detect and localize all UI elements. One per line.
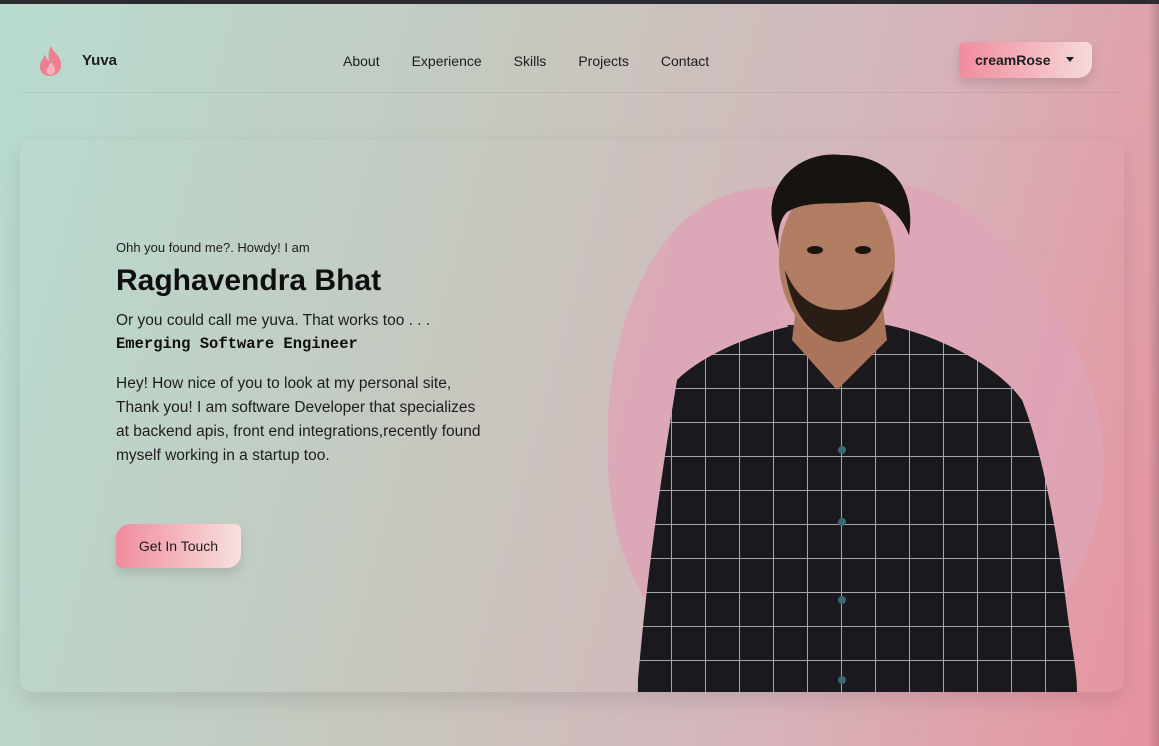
profile-photo	[637, 154, 1077, 692]
alias-text: Or you could call me yuva. That works to…	[116, 312, 431, 329]
nav-contact[interactable]: Contact	[661, 53, 709, 69]
flame-icon[interactable]	[36, 44, 66, 78]
nav-about[interactable]: About	[343, 53, 380, 69]
nav-skills[interactable]: Skills	[514, 53, 547, 69]
hero-card: Ohh you found me?. Howdy! I am Raghavend…	[20, 140, 1124, 692]
get-in-touch-button[interactable]: Get In Touch	[116, 524, 241, 568]
main-nav: About Experience Skills Projects Contact	[343, 53, 741, 69]
theme-select[interactable]: creamRose	[959, 42, 1092, 78]
bio-text: Hey! How nice of you to look at my perso…	[116, 375, 481, 464]
nav-projects[interactable]: Projects	[578, 53, 629, 69]
intro-text: Ohh you found me?. Howdy! I am	[116, 240, 310, 255]
theme-select-value: creamRose	[975, 52, 1051, 68]
caret-down-icon	[1066, 57, 1074, 62]
nav-experience[interactable]: Experience	[412, 53, 482, 69]
window-top-border	[0, 0, 1159, 4]
hero-name: Raghavendra Bhat	[116, 264, 382, 297]
site-header: Yuva About Experience Skills Projects Co…	[20, 30, 1124, 93]
scrollbar-track[interactable]	[1148, 4, 1159, 746]
brand-name[interactable]: Yuva	[82, 52, 117, 69]
role-text: Emerging Software Engineer	[116, 335, 358, 353]
